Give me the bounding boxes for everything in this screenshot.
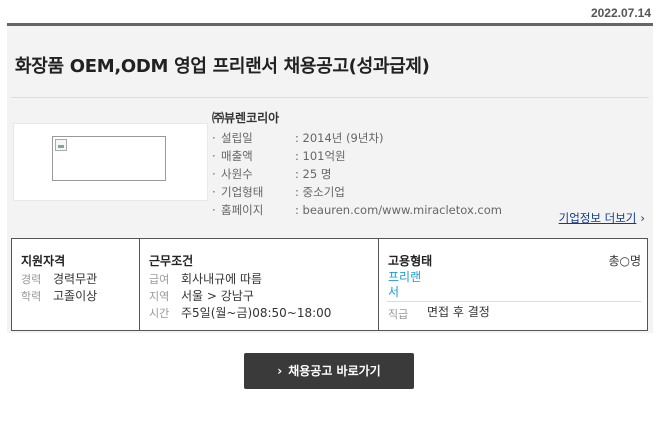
qualification-heading: 지원자격 bbox=[21, 254, 66, 268]
education-row: 학력 고졸이상 bbox=[21, 289, 98, 303]
company-info-list: · 설립일: 2014년 (9년차) · 매출액: 101억원 · 사원수: 25 명… bbox=[212, 129, 502, 219]
work-time-row: 시간 주5일(월~금)08:50~18:00 bbox=[149, 306, 332, 320]
company-info-type: · 기업형태: 중소기업 bbox=[212, 185, 345, 199]
salary-row: 급여 회사내규에 따름 bbox=[149, 272, 263, 286]
company-name: ㈜뷰렌코리아 bbox=[212, 111, 280, 125]
posting-date: 2022.07.14 bbox=[590, 6, 651, 20]
company-logo-box bbox=[13, 123, 208, 201]
go-to-posting-label: 채용공고 바로가기 bbox=[288, 364, 381, 378]
company-info-employees: · 사원수: 25 명 bbox=[212, 167, 332, 181]
conditions-table: 지원자격 경력 경력무관 학력 고졸이상 근무조건 급여 회사내규에 따름 지역 서울 … bbox=[11, 238, 648, 331]
position-label: 직급 bbox=[388, 308, 409, 321]
chevron-right-icon: › bbox=[277, 364, 283, 378]
job-posting-card: 화장품 OEM,ODM 영업 프리랜서 채용공고(성과급제) ㈜뷰렌코리아 · 설… bbox=[7, 23, 653, 333]
divider bbox=[11, 97, 649, 98]
position-value: 면접 후 결정 bbox=[427, 305, 490, 319]
company-more-link[interactable]: 기업정보 더보기 › bbox=[559, 210, 645, 226]
company-info-founded: · 설립일: 2014년 (9년차) bbox=[212, 131, 384, 145]
work-heading: 근무조건 bbox=[149, 254, 194, 268]
qualification-column: 지원자격 경력 경력무관 학력 고졸이상 bbox=[12, 239, 140, 330]
chevron-right-icon: › bbox=[640, 211, 645, 225]
headcount: 총○명 bbox=[608, 254, 641, 268]
job-title: 화장품 OEM,ODM 영업 프리랜서 채용공고(성과급제) bbox=[15, 56, 430, 77]
broken-image-icon bbox=[55, 139, 67, 151]
employment-heading: 고용형태 bbox=[388, 254, 433, 268]
employment-column: 고용형태 총○명 프리랜 서 직급 면접 후 결정 bbox=[379, 239, 647, 330]
company-info-revenue: · 매출액: 101억원 bbox=[212, 149, 346, 163]
company-more-label: 기업정보 더보기 bbox=[558, 211, 637, 225]
employment-type: 프리랜 서 bbox=[388, 270, 422, 299]
region-row: 지역 서울 > 강남구 bbox=[149, 289, 254, 303]
career-row: 경력 경력무관 bbox=[21, 272, 98, 286]
go-to-posting-button[interactable]: › 채용공고 바로가기 bbox=[244, 353, 414, 389]
work-conditions-column: 근무조건 급여 회사내규에 따름 지역 서울 > 강남구 시간 주5일(월~금)08:… bbox=[140, 239, 379, 330]
company-logo-image bbox=[52, 136, 166, 181]
divider bbox=[387, 301, 641, 302]
company-info-homepage: · 홈페이지: beauren.com/www.miracletox.com bbox=[212, 203, 502, 217]
